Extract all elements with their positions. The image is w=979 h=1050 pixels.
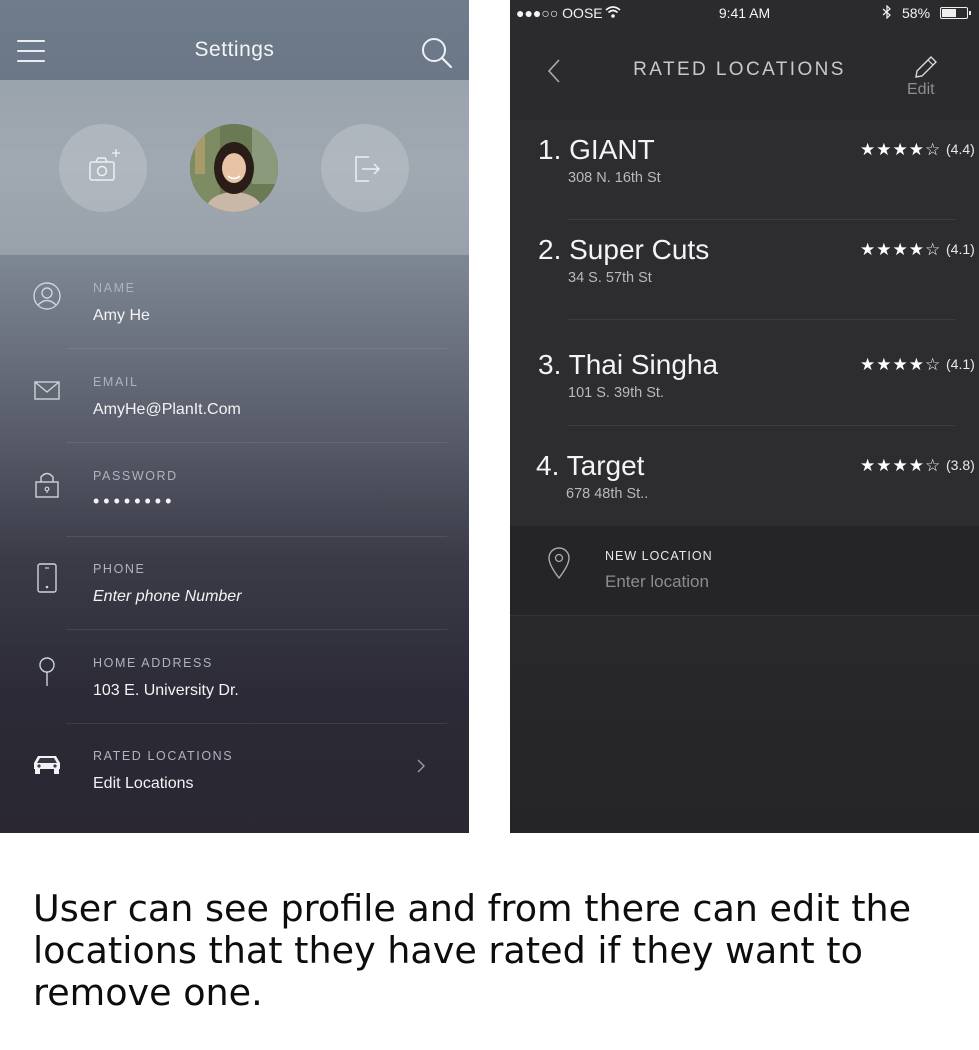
new-location-label: NEW LOCATION: [605, 549, 713, 563]
location-name: 3. Thai Singha: [538, 349, 719, 380]
logout-button[interactable]: [321, 124, 409, 212]
rated-locations-label: RATED LOCATIONS: [93, 749, 234, 763]
location-address: 101 S. 39th St.: [568, 385, 664, 401]
star-rating-icon: ★★★★☆: [860, 456, 942, 475]
map-pin-icon: [548, 547, 570, 580]
battery-icon: [940, 7, 971, 19]
password-value[interactable]: ••••••••: [93, 491, 175, 512]
location-pin-icon: [39, 657, 55, 686]
divider: [568, 319, 955, 320]
location-name: 4. Target: [536, 450, 645, 481]
location-address: 34 S. 57th St: [568, 270, 652, 286]
user-icon: [33, 282, 61, 310]
rated-locations-screen: ●●●○○ OOSE 9:41 AM 58% RATED LOCATIONS E…: [510, 0, 979, 833]
envelope-icon: [34, 381, 60, 400]
list-item[interactable]: 2. Super Cuts 34 S. 57th St ★★★★☆ (4.1): [510, 220, 979, 320]
phone-value[interactable]: Enter phone Number: [93, 588, 242, 606]
settings-screen: Settings NAME Amy He EMAIL AmyHe@PlanIt.…: [0, 0, 469, 833]
name-label: NAME: [93, 281, 136, 295]
divider: [510, 615, 979, 616]
settings-header: Settings: [0, 0, 469, 80]
car-icon: [34, 756, 60, 774]
chevron-right-icon[interactable]: [414, 756, 428, 776]
avatar[interactable]: [190, 124, 278, 212]
phone-row[interactable]: PHONE Enter phone Number: [0, 536, 469, 630]
home-address-value[interactable]: 103 E. University Dr.: [93, 682, 239, 700]
new-location-row: NEW LOCATION: [510, 526, 979, 616]
home-address-row[interactable]: HOME ADDRESS 103 E. University Dr.: [0, 630, 469, 724]
star-rating-icon: ★★★★☆: [860, 355, 942, 374]
password-row[interactable]: PASSWORD ••••••••: [0, 443, 469, 537]
battery-percent: 58%: [902, 5, 931, 21]
location-address: 678 48th St..: [566, 486, 649, 502]
phone-label: PHONE: [93, 562, 146, 576]
divider: [568, 425, 955, 426]
star-rating-icon: ★★★★☆: [860, 240, 942, 259]
search-icon[interactable]: [420, 36, 454, 70]
list-item[interactable]: 3. Thai Singha 101 S. 39th St. ★★★★☆ (4.…: [510, 335, 979, 426]
name-row[interactable]: NAME Amy He: [0, 255, 469, 349]
name-value[interactable]: Amy He: [93, 307, 150, 325]
status-bar: ●●●○○ OOSE 9:41 AM 58%: [510, 0, 979, 26]
email-value[interactable]: AmyHe@PlanIt.Com: [93, 401, 241, 419]
rating-value: (4.1): [946, 356, 975, 372]
caption-text: User can see profile and from there can …: [33, 887, 912, 1014]
edit-button[interactable]: Edit: [907, 81, 935, 99]
email-row[interactable]: EMAIL AmyHe@PlanIt.Com: [0, 349, 469, 443]
rating-value: (4.4): [946, 141, 975, 157]
edit-locations-link[interactable]: Edit Locations: [93, 775, 194, 793]
location-name: 2. Super Cuts: [538, 234, 710, 265]
star-rating-icon: ★★★★☆: [860, 140, 942, 159]
page-title: Settings: [194, 38, 275, 61]
phone-icon: [37, 563, 57, 593]
rating-value: (3.8): [946, 457, 975, 473]
new-location-input[interactable]: [605, 572, 905, 592]
logout-icon: [355, 156, 381, 182]
rated-locations-row[interactable]: RATED LOCATIONS Edit Locations: [0, 723, 469, 817]
location-name: 1. GIANT: [538, 134, 655, 165]
pencil-icon[interactable]: [912, 53, 940, 81]
camera-button[interactable]: [59, 124, 147, 212]
email-label: EMAIL: [93, 375, 139, 389]
lock-icon: [35, 472, 59, 498]
list-item[interactable]: 4. Target 678 48th St.. ★★★★☆ (3.8): [510, 436, 979, 526]
bluetooth-icon: [882, 5, 891, 19]
list-item[interactable]: 1. GIANT 308 N. 16th St ★★★★☆ (4.4): [510, 120, 979, 220]
password-label: PASSWORD: [93, 469, 178, 483]
home-address-label: HOME ADDRESS: [93, 656, 213, 670]
add-photo-icon: [89, 149, 120, 181]
location-address: 308 N. 16th St: [568, 170, 661, 186]
rating-value: (4.1): [946, 241, 975, 257]
profile-band: [0, 80, 469, 255]
page-title: RATED LOCATIONS: [633, 59, 846, 80]
